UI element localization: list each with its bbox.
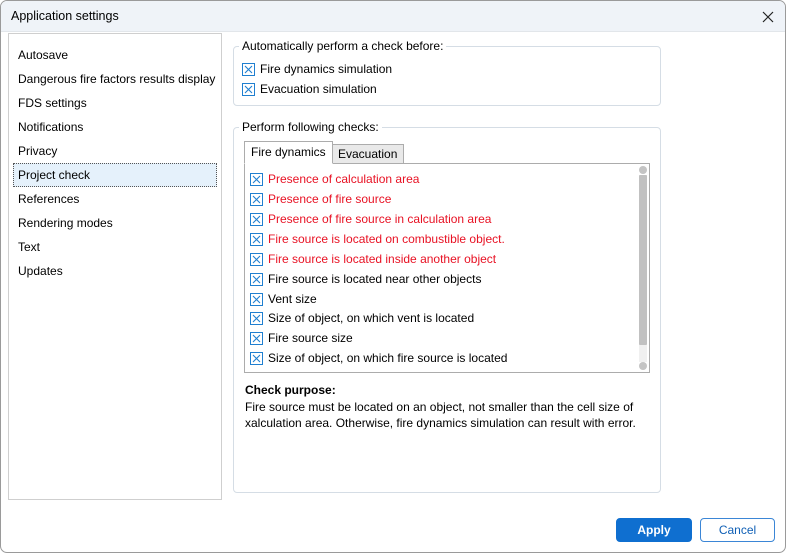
check-item-label: Presence of calculation area	[268, 172, 420, 186]
apply-button[interactable]: Apply	[616, 518, 692, 542]
checkbox-label: Evacuation simulation	[260, 82, 377, 96]
sidebar-item-updates[interactable]: Updates	[13, 259, 217, 283]
checkbox-checked-icon	[250, 252, 263, 266]
settings-category-list[interactable]: Autosave Dangerous fire factors results …	[8, 33, 222, 500]
scroll-thumb[interactable]	[639, 175, 647, 345]
check-item[interactable]: Fire source size	[250, 329, 353, 347]
checks-legend: Perform following checks:	[239, 120, 382, 134]
check-item[interactable]: Fire source is located near other object…	[250, 270, 481, 288]
checkbox-checked-icon	[242, 62, 255, 76]
tab-fire-dynamics[interactable]: Fire dynamics	[244, 141, 333, 164]
scroll-up-arrow[interactable]	[639, 166, 647, 174]
sidebar-item-notifications[interactable]: Notifications	[13, 115, 217, 139]
check-item[interactable]: Presence of fire source in calculation a…	[250, 210, 491, 228]
check-item[interactable]: Size of object, on which fire source is …	[250, 349, 507, 367]
checkbox-checked-icon	[250, 192, 263, 206]
check-item-label: Size of object, on which fire source is …	[268, 351, 508, 365]
fire-dynamics-simulation-checkbox[interactable]: Fire dynamics simulation	[242, 60, 392, 78]
check-item[interactable]: Size of object, on which vent is located	[250, 309, 474, 327]
check-item[interactable]: Fire source is located inside another ob…	[250, 250, 496, 268]
checkbox-checked-icon	[250, 272, 263, 286]
auto-check-legend: Automatically perform a check before:	[239, 39, 447, 53]
check-item-label: Vent size	[268, 292, 317, 306]
check-purpose-text: Fire source must be located on an object…	[245, 400, 636, 430]
check-item[interactable]: Presence of fire source	[250, 190, 391, 208]
check-item-label: Presence of fire source	[268, 192, 392, 206]
scroll-down-arrow[interactable]	[639, 362, 647, 370]
window-title: Application settings	[11, 9, 119, 23]
sidebar-item-rendering-modes[interactable]: Rendering modes	[13, 211, 217, 235]
cancel-button[interactable]: Cancel	[700, 518, 775, 542]
check-item-label: Fire source is located inside another ob…	[268, 252, 497, 266]
checkbox-checked-icon	[250, 212, 263, 226]
check-item-label: Size of object, on which vent is located	[268, 311, 475, 325]
check-purpose-title: Check purpose:	[245, 383, 336, 397]
sidebar-item-fds-settings[interactable]: FDS settings	[13, 91, 217, 115]
close-button[interactable]	[751, 1, 785, 32]
check-item-label: Fire source is located near other object…	[268, 272, 482, 286]
sidebar-item-text[interactable]: Text	[13, 235, 217, 259]
sidebar-item-dangerous-fire-factors[interactable]: Dangerous fire factors results display	[13, 67, 217, 91]
checkbox-checked-icon	[250, 172, 263, 186]
check-item[interactable]: Vent size	[250, 290, 317, 308]
sidebar-item-project-check[interactable]: Project check	[13, 163, 217, 187]
title-bar: Application settings	[1, 1, 785, 32]
tab-evacuation[interactable]: Evacuation	[331, 144, 405, 164]
sidebar-item-references[interactable]: References	[13, 187, 217, 211]
check-item-label: Fire source size	[268, 331, 353, 345]
sidebar-item-privacy[interactable]: Privacy	[13, 139, 217, 163]
evacuation-simulation-checkbox[interactable]: Evacuation simulation	[242, 80, 377, 98]
vertical-scrollbar[interactable]	[639, 166, 647, 370]
checkbox-checked-icon	[250, 292, 263, 306]
checkbox-checked-icon	[250, 232, 263, 246]
check-item[interactable]: Presence of calculation area	[250, 170, 419, 188]
checkbox-checked-icon	[242, 82, 255, 96]
check-item[interactable]: Fire source is located on combustible ob…	[250, 230, 505, 248]
checkbox-checked-icon	[250, 331, 263, 345]
close-icon	[762, 11, 774, 22]
settings-dialog: Application settings Autosave Dangerous …	[0, 0, 786, 553]
checks-list[interactable]: Presence of calculation area Presence of…	[244, 163, 650, 373]
check-item-label: Presence of fire source in calculation a…	[268, 212, 492, 226]
checkbox-checked-icon	[250, 351, 263, 365]
checkbox-label: Fire dynamics simulation	[260, 62, 393, 76]
checkbox-checked-icon	[250, 311, 263, 325]
check-item-label: Fire source is located on combustible ob…	[268, 232, 505, 246]
sidebar-item-autosave[interactable]: Autosave	[13, 43, 217, 67]
